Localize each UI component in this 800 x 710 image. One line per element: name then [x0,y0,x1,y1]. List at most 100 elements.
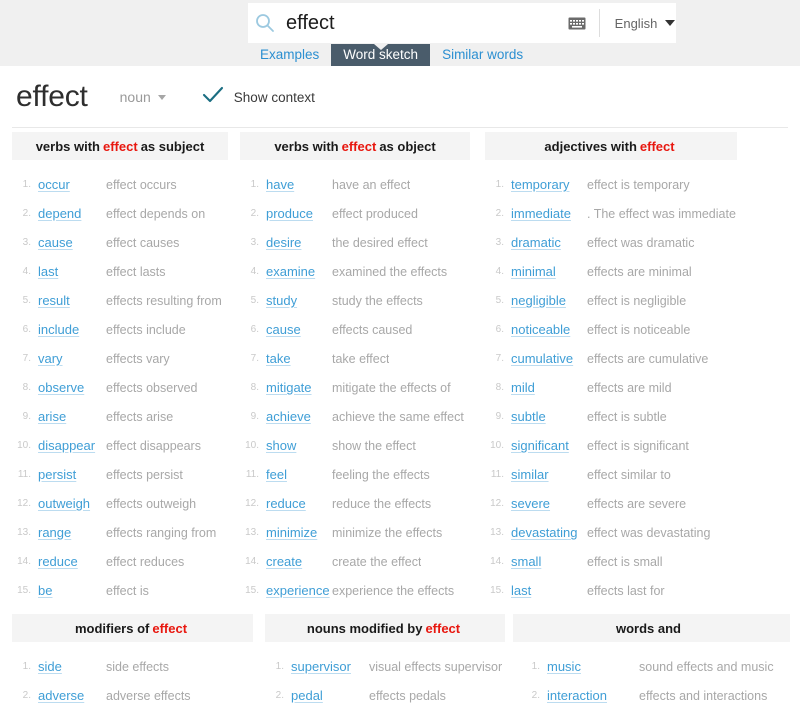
collocate-link[interactable]: minimal [511,264,587,279]
list-item[interactable]: 12. outweigh effects outweigh [12,489,228,518]
list-item[interactable]: 12. severe effects are severe [485,489,737,518]
list-item[interactable]: 7. cumulative effects are cumulative [485,344,737,373]
list-item[interactable]: 15. experience experience the effects [240,576,470,605]
search-input[interactable] [282,3,555,43]
collocate-link[interactable]: depend [38,206,106,221]
list-item[interactable]: 4. last effect lasts [12,257,228,286]
list-item[interactable]: 10. disappear effect disappears [12,431,228,460]
list-item[interactable]: 4. examine examined the effects [240,257,470,286]
collocate-link[interactable]: vary [38,351,106,366]
list-item[interactable]: 1. music sound effects and music [513,652,790,681]
collocate-link[interactable]: negligible [511,293,587,308]
language-selector[interactable]: English [600,3,690,43]
collocate-link[interactable]: show [266,438,332,453]
list-item[interactable]: 5. study study the effects [240,286,470,315]
collocate-link[interactable]: outweigh [38,496,106,511]
collocate-link[interactable]: significant [511,438,587,453]
list-item[interactable]: 1. have have an effect [240,170,470,199]
list-item[interactable]: 2. produce effect produced [240,199,470,228]
list-item[interactable]: 9. subtle effect is subtle [485,402,737,431]
collocate-link[interactable]: cumulative [511,351,587,366]
list-item[interactable]: 8. mitigate mitigate the effects of [240,373,470,402]
collocate-link[interactable]: have [266,177,332,192]
list-item[interactable]: 1. temporary effect is temporary [485,170,737,199]
list-item[interactable]: 15. last effects last for [485,576,737,605]
list-item[interactable]: 2. adverse adverse effects [12,681,253,710]
list-item[interactable]: 2. pedal effects pedals [265,681,505,710]
collocate-link[interactable]: cause [38,235,106,250]
list-item[interactable]: 15. be effect is [12,576,228,605]
collocate-link[interactable]: minimize [266,525,332,540]
list-item[interactable]: 7. take take effect [240,344,470,373]
collocate-link[interactable]: last [38,264,106,279]
collocate-link[interactable]: noticeable [511,322,587,337]
pos-selector[interactable]: noun [120,89,166,105]
collocate-link[interactable]: desire [266,235,332,250]
collocate-link[interactable]: subtle [511,409,587,424]
list-item[interactable]: 13. minimize minimize the effects [240,518,470,547]
show-context-toggle[interactable]: Show context [202,86,315,109]
collocate-link[interactable]: experience [266,583,332,598]
collocate-link[interactable]: devastating [511,525,587,540]
collocate-link[interactable]: severe [511,496,587,511]
collocate-link[interactable]: examine [266,264,332,279]
list-item[interactable]: 2. depend effect depends on [12,199,228,228]
collocate-link[interactable]: temporary [511,177,587,192]
list-item[interactable]: 2. immediate. The effect was immediate [485,199,737,228]
list-item[interactable]: 5. negligible effect is negligible [485,286,737,315]
collocate-link[interactable]: music [547,659,625,674]
collocate-link[interactable]: occur [38,177,106,192]
collocate-link[interactable]: cause [266,322,332,337]
list-item[interactable]: 11. feel feeling the effects [240,460,470,489]
collocate-link[interactable]: mild [511,380,587,395]
collocate-link[interactable]: range [38,525,106,540]
list-item[interactable]: 2. interaction effects and interactions [513,681,790,710]
collocate-link[interactable]: reduce [38,554,106,569]
list-item[interactable]: 6. include effects include [12,315,228,344]
collocate-link[interactable]: supervisor [291,659,369,674]
collocate-link[interactable]: achieve [266,409,332,424]
list-item[interactable]: 14. reduce effect reduces [12,547,228,576]
collocate-link[interactable]: include [38,322,106,337]
list-item[interactable]: 14. create create the effect [240,547,470,576]
collocate-link[interactable]: produce [266,206,332,221]
collocate-link[interactable]: take [266,351,332,366]
collocate-link[interactable]: create [266,554,332,569]
list-item[interactable]: 11. persist effects persist [12,460,228,489]
collocate-link[interactable]: immediate [511,206,587,221]
list-item[interactable]: 9. arise effects arise [12,402,228,431]
collocate-link[interactable]: feel [266,467,332,482]
collocate-link[interactable]: arise [38,409,106,424]
list-item[interactable]: 13. devastating effect was devastating [485,518,737,547]
list-item[interactable]: 12. reduce reduce the effects [240,489,470,518]
collocate-link[interactable]: disappear [38,438,106,453]
list-item[interactable]: 3. desire the desired effect [240,228,470,257]
list-item[interactable]: 11. similar effect similar to [485,460,737,489]
collocate-link[interactable]: similar [511,467,587,482]
list-item[interactable]: 9. achieve achieve the same effect [240,402,470,431]
list-item[interactable]: 5. result effects resulting from [12,286,228,315]
list-item[interactable]: 6. noticeable effect is noticeable [485,315,737,344]
list-item[interactable]: 8. observe effects observed [12,373,228,402]
tab-examples[interactable]: Examples [248,44,331,66]
list-item[interactable]: 6. cause effects caused [240,315,470,344]
collocate-link[interactable]: small [511,554,587,569]
list-item[interactable]: 10. significant effect is significant [485,431,737,460]
list-item[interactable]: 7. vary effects vary [12,344,228,373]
list-item[interactable]: 3. dramatic effect was dramatic [485,228,737,257]
list-item[interactable]: 1. occur effect occurs [12,170,228,199]
collocate-link[interactable]: reduce [266,496,332,511]
list-item[interactable]: 4. minimal effects are minimal [485,257,737,286]
collocate-link[interactable]: be [38,583,106,598]
list-item[interactable]: 3. cause effect causes [12,228,228,257]
list-item[interactable]: 8. mild effects are mild [485,373,737,402]
list-item[interactable]: 1. supervisor visual effects supervisor [265,652,505,681]
collocate-link[interactable]: last [511,583,587,598]
list-item[interactable]: 1. side side effects [12,652,253,681]
list-item[interactable]: 14. small effect is small [485,547,737,576]
keyboard-icon[interactable] [555,3,599,43]
list-item[interactable]: 13. range effects ranging from [12,518,228,547]
collocate-link[interactable]: mitigate [266,380,332,395]
collocate-link[interactable]: result [38,293,106,308]
collocate-link[interactable]: observe [38,380,106,395]
